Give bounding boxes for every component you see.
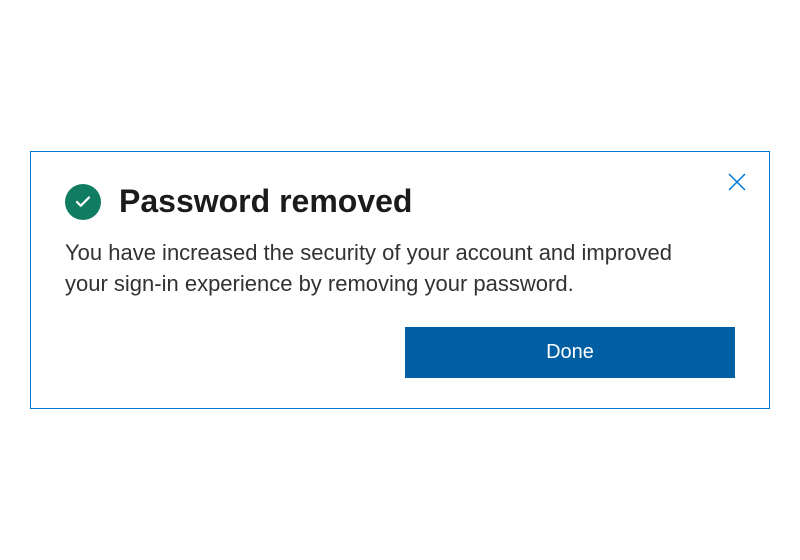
dialog-header: Password removed [65, 184, 735, 220]
success-icon [65, 184, 101, 220]
confirmation-dialog: Password removed You have increased the … [30, 151, 770, 410]
dialog-actions: Done [65, 327, 735, 378]
close-icon [725, 170, 749, 197]
dialog-title: Password removed [119, 184, 412, 219]
close-button[interactable] [719, 166, 755, 202]
done-button[interactable]: Done [405, 327, 735, 378]
dialog-message: You have increased the security of your … [65, 238, 735, 300]
